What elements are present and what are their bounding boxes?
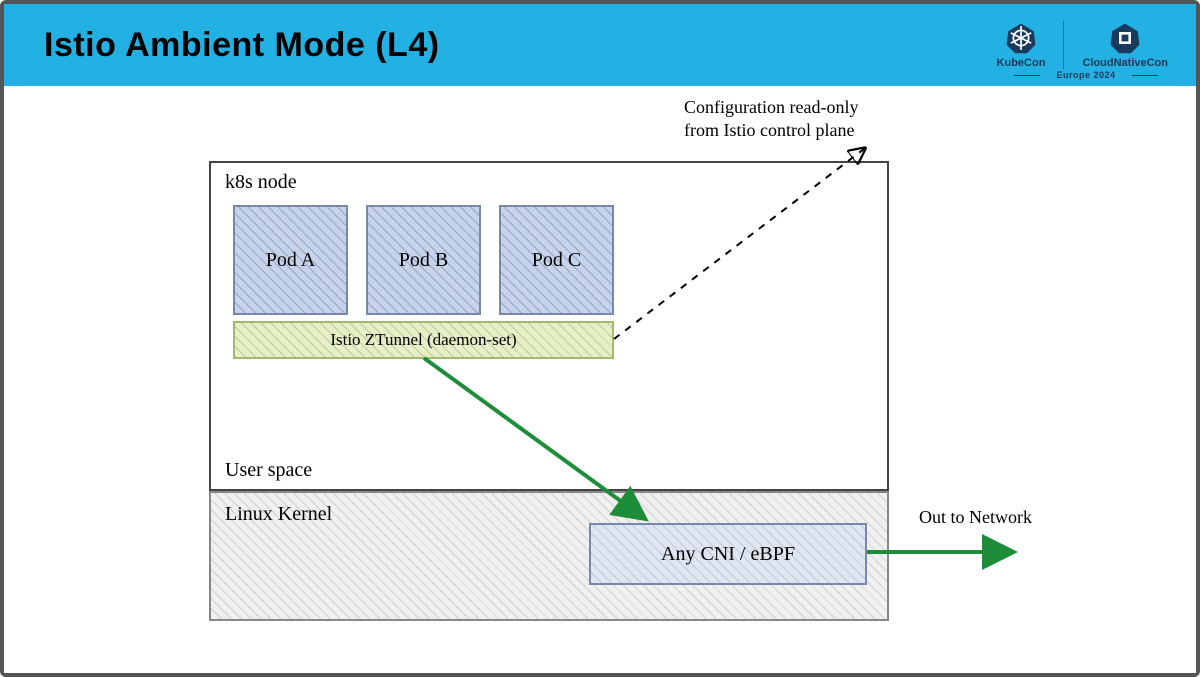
pod-c: Pod C	[499, 205, 614, 315]
userspace-label: User space	[225, 459, 312, 482]
pod-c-label: Pod C	[532, 249, 581, 272]
kubecon-logo: KubeCon	[997, 21, 1046, 69]
k8s-node-box: k8s node Pod A Pod B Pod C Istio ZTunnel…	[209, 161, 889, 491]
annotation-out-to-network: Out to Network	[919, 506, 1032, 529]
logo-divider	[1063, 21, 1064, 69]
cloudnativecon-icon	[1108, 21, 1142, 55]
pod-b: Pod B	[366, 205, 481, 315]
pods-row: Pod A Pod B Pod C	[233, 205, 614, 315]
kubecon-helm-icon	[1004, 21, 1038, 55]
cni-label: Any CNI / eBPF	[661, 543, 795, 566]
cloudnativecon-label: CloudNativeCon	[1082, 57, 1168, 69]
pod-a: Pod A	[233, 205, 348, 315]
conference-logos: KubeCon CloudNativeCon	[997, 21, 1168, 69]
pod-b-label: Pod B	[399, 249, 448, 272]
cloudnativecon-logo: CloudNativeCon	[1082, 21, 1168, 69]
kernel-box: Linux Kernel Any CNI / eBPF	[209, 491, 889, 621]
kubecon-label: KubeCon	[997, 57, 1046, 69]
annotation-config: Configuration read-only from Istio contr…	[684, 96, 944, 143]
ztunnel-box: Istio ZTunnel (daemon-set)	[233, 321, 614, 359]
k8s-node-label: k8s node	[225, 171, 297, 194]
kernel-label: Linux Kernel	[225, 503, 332, 526]
slide-title: Istio Ambient Mode (L4)	[44, 26, 440, 65]
diagram-stage: Configuration read-only from Istio contr…	[4, 86, 1196, 673]
ztunnel-label: Istio ZTunnel (daemon-set)	[330, 330, 516, 350]
cni-box: Any CNI / eBPF	[589, 523, 867, 585]
pod-a-label: Pod A	[266, 249, 315, 272]
conference-subline: Europe 2024	[1016, 70, 1156, 80]
